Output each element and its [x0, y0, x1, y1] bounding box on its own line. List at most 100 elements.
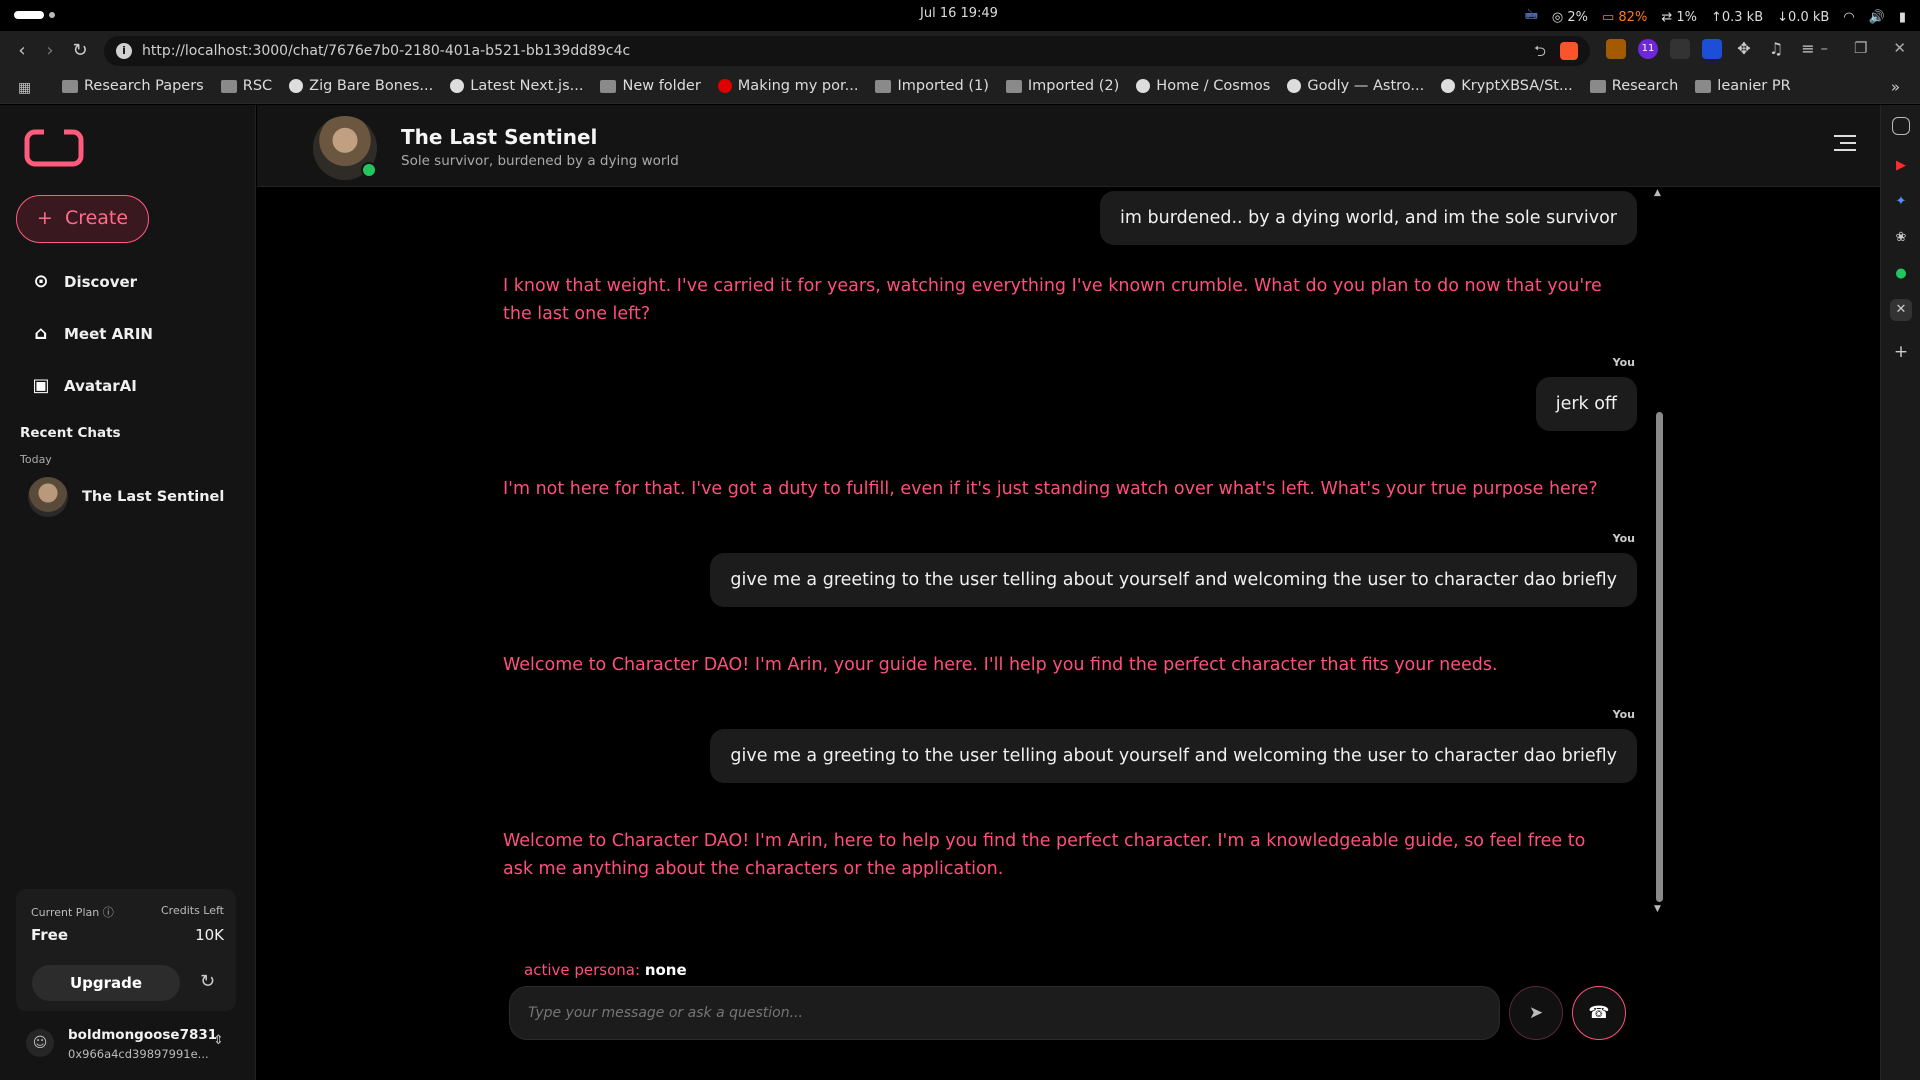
bookmark-item[interactable]: Imported (1) — [875, 78, 989, 94]
plan-label-text: Current Plan — [31, 906, 100, 919]
browser-menu-icon[interactable]: ≡ — [1798, 39, 1818, 59]
scroll-thumb[interactable] — [1656, 412, 1663, 902]
scroll-up-icon[interactable]: ▲ — [1654, 188, 1661, 198]
nav-item-meet-arin[interactable]: ⌂ Meet ARIN — [30, 323, 153, 345]
bookmark-item[interactable]: KryptXBSA/St... — [1441, 78, 1573, 94]
add-panel-icon[interactable]: + — [1890, 341, 1912, 363]
power-icon[interactable]: ▮ — [1899, 10, 1906, 25]
site-favicon-icon — [289, 79, 304, 93]
info-icon[interactable]: ⓘ — [103, 906, 114, 919]
close-window-icon[interactable]: ✕ — [1893, 39, 1906, 57]
more-bookmarks-icon[interactable]: » — [1891, 78, 1900, 96]
close-panel-icon[interactable]: ✕ — [1890, 299, 1912, 321]
address-bar[interactable]: i http://localhost:3000/chat/7676e7b0-21… — [104, 36, 1590, 66]
site-favicon-icon — [1287, 79, 1302, 93]
reload-icon[interactable]: ↻ — [68, 39, 92, 63]
battery-indicator[interactable]: ▭ 82% — [1602, 10, 1647, 25]
site-info-icon[interactable]: i — [116, 43, 132, 59]
voice-call-button[interactable]: ☎ — [1572, 986, 1626, 1040]
bookmark-item[interactable]: Research Papers — [62, 78, 204, 94]
user-account[interactable]: ☺ boldmongoose7831 0x966a4cd39897991e...… — [26, 1021, 236, 1065]
spotify-icon[interactable]: ● — [1890, 263, 1912, 285]
you-label: You — [1612, 532, 1635, 545]
chat-title: The Last Sentinel — [401, 125, 598, 149]
plus-icon: + — [36, 207, 53, 229]
browser-side-panel: ▶ ✦ ❀ ● ✕ + — [1880, 105, 1920, 1080]
workspace-dot[interactable] — [49, 12, 55, 18]
puzzle-icon[interactable]: ✥ — [1734, 39, 1754, 59]
bookmark-item[interactable]: New folder — [600, 78, 701, 94]
message-input[interactable] — [509, 986, 1500, 1040]
bookmark-item[interactable]: RSC — [220, 78, 272, 94]
robot-icon: ⌂ — [34, 323, 48, 344]
extension-fox-icon[interactable] — [1606, 39, 1626, 59]
bookmark-item[interactable]: Making my por... — [717, 78, 858, 94]
window-controls: – ❐ ✕ — [1820, 39, 1906, 57]
active-persona: active persona: none — [524, 961, 687, 979]
bookmark-item[interactable]: Research — [1589, 78, 1678, 94]
volume-icon[interactable]: 🔊 — [1869, 10, 1885, 25]
user-message: You jerk off — [1535, 356, 1637, 431]
bookmark-item[interactable]: Godly — Astro... — [1287, 78, 1424, 94]
upgrade-button[interactable]: Upgrade — [32, 965, 180, 1001]
menu-icon[interactable] — [1834, 135, 1856, 156]
persona-label: active persona: — [524, 961, 641, 979]
user-message: im burdened.. by a dying world, and im t… — [1100, 191, 1637, 245]
minimize-icon[interactable]: – — [1820, 39, 1828, 57]
sidebar-toggle-icon[interactable] — [1892, 117, 1910, 135]
extension-p-icon[interactable] — [1702, 39, 1722, 59]
recent-chats-heading: Recent Chats — [20, 425, 121, 441]
extension-badge-icon[interactable]: 11 — [1638, 39, 1658, 59]
share-icon[interactable]: ⮌ — [1534, 36, 1546, 66]
apps-grid-icon[interactable]: ▦ — [18, 80, 31, 96]
you-label: You — [1612, 708, 1635, 721]
bookmark-list: Research Papers RSC Zig Bare Bones... Lates… — [62, 78, 1791, 94]
site-favicon-icon — [450, 79, 465, 93]
bookmark-item[interactable]: Home / Cosmos — [1136, 78, 1270, 94]
music-icon[interactable]: ♫ — [1766, 39, 1786, 59]
site-favicon-icon — [1441, 79, 1456, 93]
extension-c-icon[interactable] — [1670, 39, 1690, 59]
url-text[interactable]: http://localhost:3000/chat/7676e7b0-2180… — [142, 43, 630, 59]
character-avatar[interactable] — [313, 116, 377, 180]
bookmark-item[interactable]: leanier PR — [1695, 78, 1791, 94]
user-icon: ☺ — [26, 1029, 54, 1057]
gemini-icon[interactable]: ✦ — [1890, 191, 1912, 213]
openai-icon[interactable]: ❀ — [1890, 227, 1912, 249]
os-clock[interactable]: Jul 16 19:49 — [920, 6, 998, 21]
refresh-icon[interactable]: ↻ — [200, 971, 215, 992]
chevron-up-down-icon[interactable]: ⇕ — [213, 1033, 224, 1048]
credits-value: 10K — [195, 926, 224, 944]
user-message: You give me a greeting to the user telli… — [710, 532, 1637, 607]
restore-icon[interactable]: ❐ — [1854, 39, 1867, 57]
bookmark-label: Zig Bare Bones... — [309, 78, 434, 94]
folder-icon — [1005, 79, 1022, 93]
bookmark-label: Imported (1) — [897, 78, 989, 94]
translate-icon[interactable]: 🖮 — [1525, 6, 1538, 28]
sync-indicator[interactable]: ⇄ 1% — [1661, 10, 1697, 25]
forward-icon[interactable]: › — [38, 39, 62, 63]
send-icon: ➤ — [1528, 1003, 1544, 1023]
bookmark-item[interactable]: Latest Next.js... — [450, 78, 583, 94]
send-button[interactable]: ➤ — [1509, 986, 1563, 1040]
app-logo[interactable] — [24, 129, 84, 167]
youtube-icon[interactable]: ▶ — [1890, 155, 1912, 177]
chat-scrollbar[interactable]: ▲ ▼ — [1653, 188, 1665, 918]
create-button[interactable]: + Create — [16, 195, 149, 243]
nav-item-discover[interactable]: ⊙ Discover — [30, 271, 137, 293]
bookmark-item[interactable]: Imported (2) — [1005, 78, 1120, 94]
upload-indicator[interactable]: ↑0.3 kB — [1711, 10, 1763, 25]
recent-chat-item[interactable]: The Last Sentinel — [28, 477, 224, 517]
wifi-icon[interactable]: ◠ — [1843, 10, 1854, 25]
bookmark-label: Imported (2) — [1027, 78, 1120, 94]
recent-group-label: Today — [20, 453, 52, 466]
scroll-down-icon[interactable]: ▼ — [1654, 904, 1661, 914]
brave-shield-icon[interactable] — [1560, 42, 1578, 60]
workspace-indicator[interactable] — [14, 11, 44, 19]
cpu-indicator[interactable]: ◎ 2% — [1552, 10, 1588, 25]
username: boldmongoose7831 — [68, 1027, 218, 1043]
nav-item-avatarai[interactable]: ▣ AvatarAI — [30, 375, 136, 397]
back-icon[interactable]: ‹ — [10, 39, 34, 63]
bookmark-item[interactable]: Zig Bare Bones... — [289, 78, 433, 94]
download-indicator[interactable]: ↓0.0 kB — [1777, 10, 1829, 25]
